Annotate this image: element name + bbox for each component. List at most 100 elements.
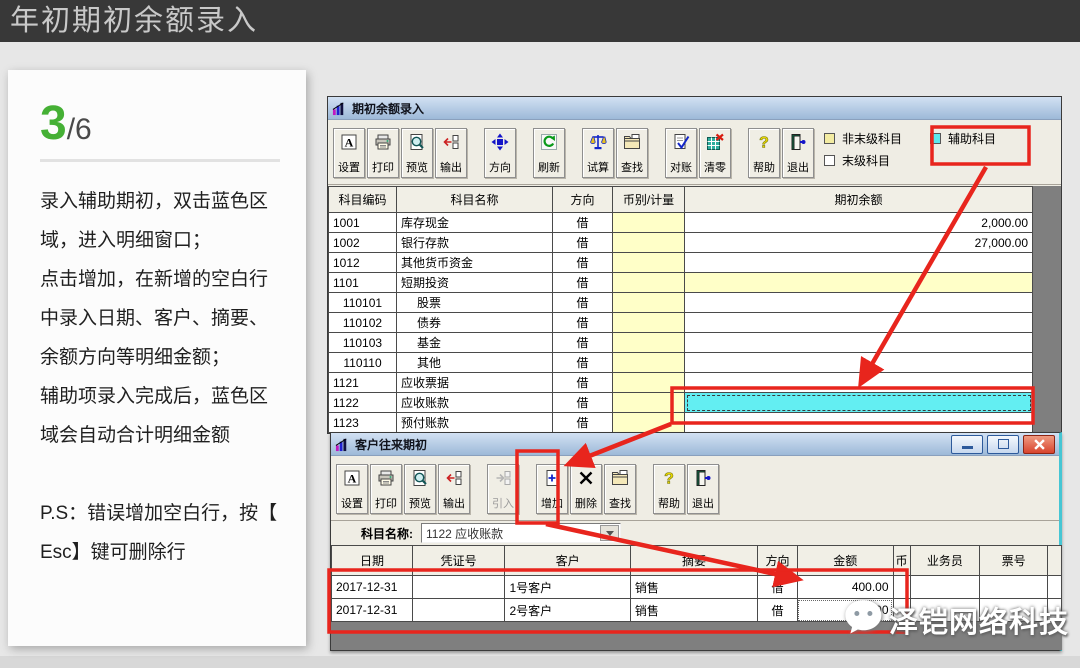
win1-titlebar[interactable]: 期初余额录入 — [328, 97, 1061, 120]
cell[interactable] — [613, 233, 685, 253]
trial-balance-button[interactable]: 试算 — [582, 128, 614, 178]
cell[interactable]: 1121 — [329, 373, 397, 393]
cell[interactable] — [613, 253, 685, 273]
cell[interactable] — [613, 373, 685, 393]
balance-cell[interactable]: 2,000.00 — [685, 213, 1033, 233]
cell[interactable]: 销售 — [630, 599, 757, 622]
add-button[interactable]: 增加 — [536, 464, 568, 514]
cell[interactable] — [1047, 576, 1061, 599]
cell[interactable]: 借 — [758, 576, 798, 599]
cell[interactable] — [613, 413, 685, 433]
import-button[interactable]: 引入 — [487, 464, 519, 514]
cell[interactable]: 银行存款 — [397, 233, 553, 253]
balance-cell[interactable] — [685, 253, 1033, 273]
cell[interactable]: 借 — [553, 273, 613, 293]
clear-zero-button[interactable]: 清零 — [699, 128, 731, 178]
cell[interactable] — [910, 576, 980, 599]
settings-a-button[interactable]: A设置 — [333, 128, 365, 178]
balance-cell[interactable] — [685, 293, 1033, 313]
cell[interactable]: 借 — [553, 253, 613, 273]
balance-cell[interactable] — [685, 353, 1033, 373]
cell[interactable]: 预付账款 — [397, 413, 553, 433]
cell[interactable] — [613, 353, 685, 373]
minimize-button[interactable] — [951, 435, 983, 454]
cell[interactable]: 1号客户 — [505, 576, 630, 599]
balance-cell[interactable] — [685, 313, 1033, 333]
find-button[interactable]: 查找 — [616, 128, 648, 178]
cell[interactable]: 应收票据 — [397, 373, 553, 393]
balance-cell[interactable] — [685, 333, 1033, 353]
preview-button[interactable]: 预览 — [401, 128, 433, 178]
cell[interactable]: 借 — [553, 353, 613, 373]
balance-cell[interactable] — [685, 413, 1033, 433]
cell[interactable]: 其他货币资金 — [397, 253, 553, 273]
delete-button[interactable]: 删除 — [570, 464, 602, 514]
cell[interactable]: 1012 — [329, 253, 397, 273]
cell[interactable]: 借 — [553, 413, 613, 433]
cell[interactable] — [613, 213, 685, 233]
help-button[interactable]: ?帮助 — [653, 464, 685, 514]
cell[interactable] — [910, 599, 980, 622]
cell[interactable] — [613, 293, 685, 313]
cell[interactable]: 1001 — [329, 213, 397, 233]
amount-cell[interactable]: 400.00 — [797, 576, 893, 599]
printer-button[interactable]: 打印 — [367, 128, 399, 178]
cell[interactable]: 库存现金 — [397, 213, 553, 233]
cell[interactable]: 2号客户 — [505, 599, 630, 622]
exit-button[interactable]: 退出 — [782, 128, 814, 178]
cell[interactable]: 1101 — [329, 273, 397, 293]
cell[interactable] — [980, 599, 1048, 622]
cell[interactable]: 借 — [553, 373, 613, 393]
balance-cell[interactable]: 27,000.00 — [685, 233, 1033, 253]
cell[interactable]: 借 — [553, 233, 613, 253]
printer-button[interactable]: 打印 — [370, 464, 402, 514]
settings-a-button[interactable]: A设置 — [336, 464, 368, 514]
restore-button[interactable] — [987, 435, 1019, 454]
cell[interactable] — [893, 576, 910, 599]
cell[interactable]: 1122 — [329, 393, 397, 413]
reconcile-button[interactable]: 对账 — [665, 128, 697, 178]
exit-button[interactable]: 退出 — [687, 464, 719, 514]
help-button[interactable]: ?帮助 — [748, 128, 780, 178]
subject-combobox[interactable]: 1122 应收账款 — [421, 523, 621, 543]
cell[interactable] — [613, 393, 685, 413]
cell[interactable]: 债券 — [397, 313, 553, 333]
cell[interactable] — [613, 313, 685, 333]
cell[interactable]: 销售 — [630, 576, 757, 599]
refresh-button[interactable]: 刷新 — [533, 128, 565, 178]
cell[interactable] — [613, 273, 685, 293]
cell[interactable]: 应收账款 — [397, 393, 553, 413]
cell[interactable]: 110103 — [329, 333, 397, 353]
balance-cell[interactable] — [685, 373, 1033, 393]
cell[interactable]: 借 — [758, 599, 798, 622]
cell[interactable]: 借 — [553, 213, 613, 233]
cell[interactable] — [1047, 599, 1061, 622]
cell[interactable]: 2017-12-31 — [332, 599, 413, 622]
cell[interactable]: 其他 — [397, 353, 553, 373]
cell[interactable]: 基金 — [397, 333, 553, 353]
cell[interactable]: 1002 — [329, 233, 397, 253]
find-button[interactable]: 查找 — [604, 464, 636, 514]
cell[interactable]: 110102 — [329, 313, 397, 333]
cell[interactable]: 股票 — [397, 293, 553, 313]
close-button[interactable] — [1023, 435, 1055, 454]
export-button[interactable]: 输出 — [438, 464, 470, 514]
cell[interactable] — [893, 599, 910, 622]
win2-titlebar[interactable]: 客户往来期初 — [331, 433, 1059, 456]
preview-button[interactable]: 预览 — [404, 464, 436, 514]
cell[interactable] — [412, 576, 505, 599]
amount-cell[interactable]: 400.00 — [797, 599, 893, 622]
cell[interactable]: 1123 — [329, 413, 397, 433]
dropdown-arrow-icon[interactable] — [600, 525, 619, 541]
cell[interactable] — [980, 576, 1048, 599]
balance-cell[interactable] — [685, 273, 1033, 293]
cell[interactable]: 借 — [553, 393, 613, 413]
cell[interactable]: 2017-12-31 — [332, 576, 413, 599]
cell[interactable]: 短期投资 — [397, 273, 553, 293]
direction-button[interactable]: 方向 — [484, 128, 516, 178]
cell[interactable]: 借 — [553, 293, 613, 313]
cell[interactable]: 110101 — [329, 293, 397, 313]
cell[interactable]: 110110 — [329, 353, 397, 373]
cell[interactable]: 借 — [553, 313, 613, 333]
cell[interactable]: 借 — [553, 333, 613, 353]
